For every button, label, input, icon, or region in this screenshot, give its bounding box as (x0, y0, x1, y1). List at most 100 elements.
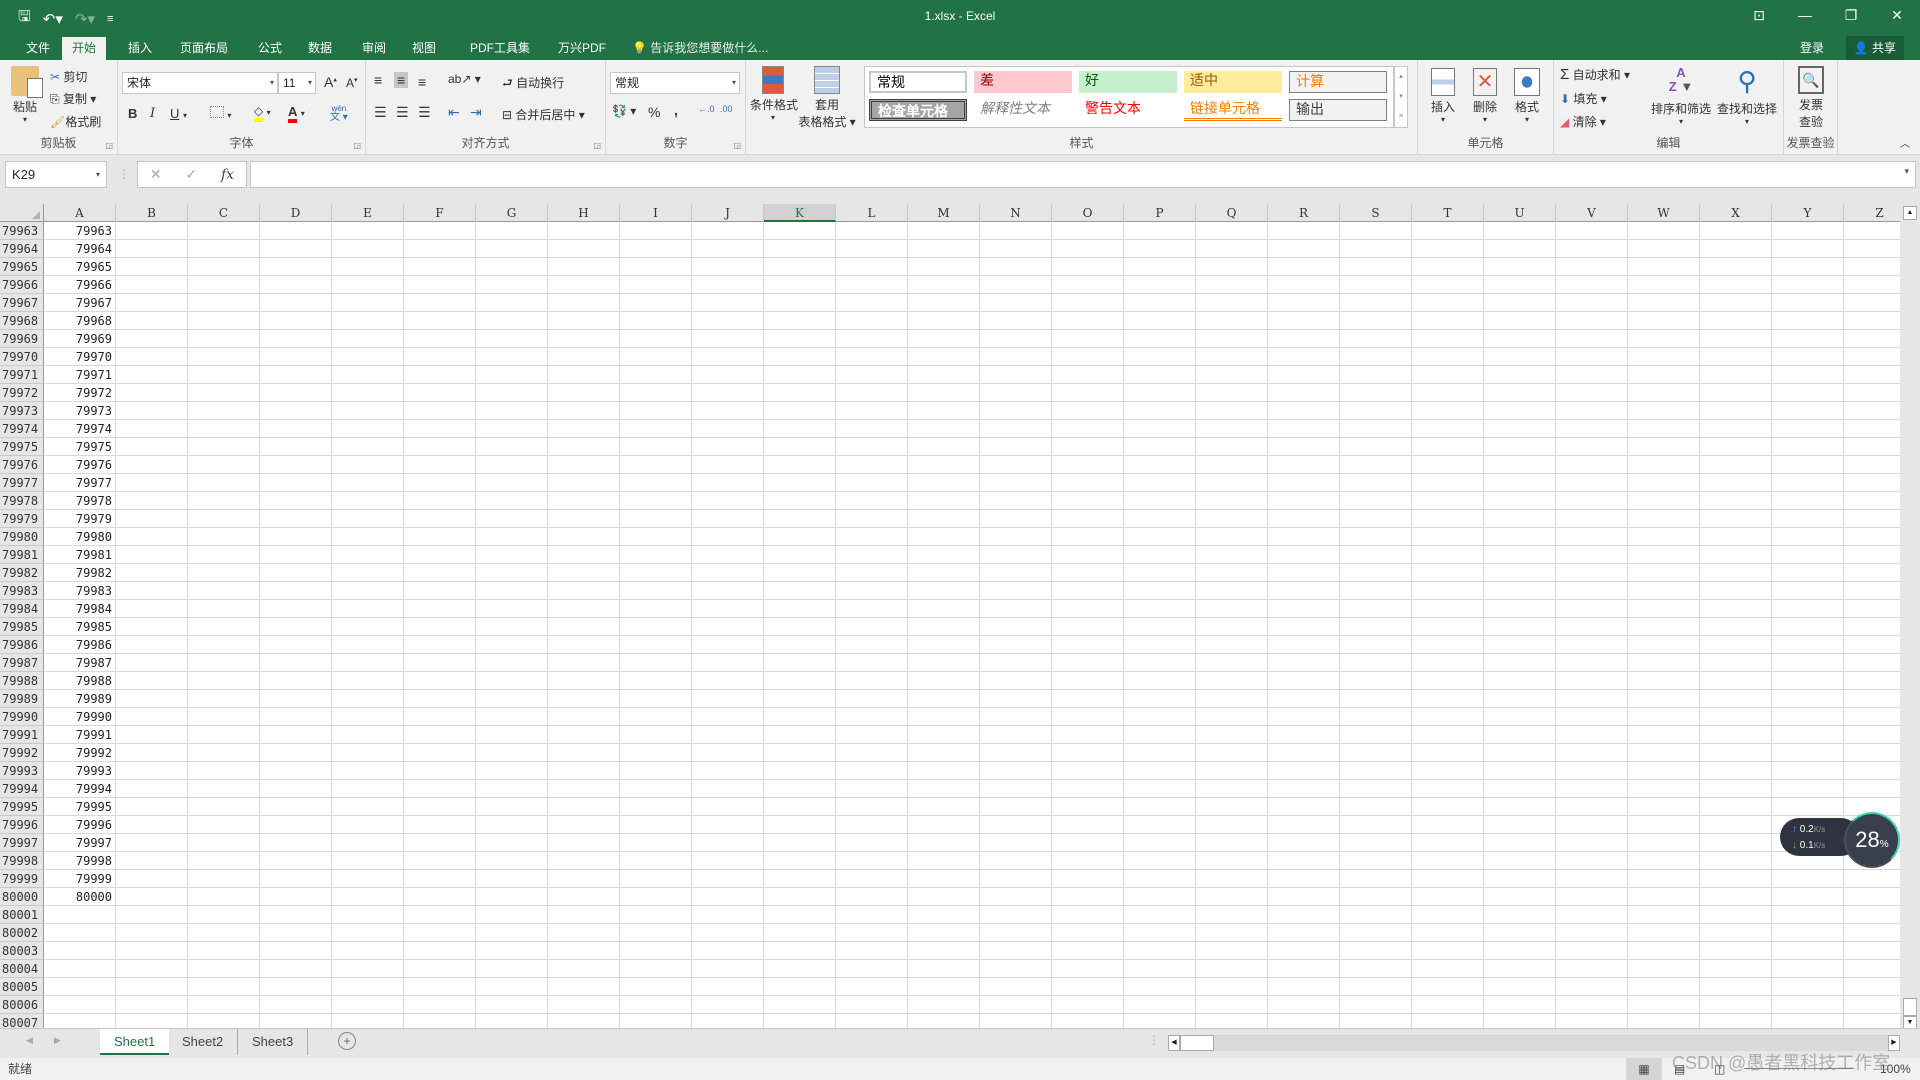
sheet-tab-sheet2[interactable]: Sheet2 (168, 1029, 239, 1055)
cell[interactable]: 79999 (44, 870, 116, 888)
row-header[interactable]: 80002 (0, 924, 44, 942)
row-header[interactable]: 79963 (0, 222, 44, 240)
row-header[interactable]: 79979 (0, 510, 44, 528)
insert-function-button[interactable]: fx (221, 167, 234, 183)
row-header[interactable]: 79969 (0, 330, 44, 348)
underline-button[interactable]: U ▾ (170, 106, 187, 121)
column-header-A[interactable]: A (44, 204, 116, 222)
collapse-ribbon-icon[interactable]: ︿ (1900, 135, 1910, 150)
cell-style-5[interactable]: 检查单元格 (869, 99, 967, 121)
row-header[interactable]: 79989 (0, 690, 44, 708)
cell[interactable]: 79989 (44, 690, 116, 708)
increase-decimal-button[interactable]: ←.0 (698, 104, 715, 114)
cell[interactable]: 79966 (44, 276, 116, 294)
cell[interactable]: 79990 (44, 708, 116, 726)
name-box[interactable]: K29 ▾ (5, 161, 107, 188)
scroll-up-button[interactable]: ▲ (1903, 206, 1917, 220)
row-header[interactable]: 79987 (0, 654, 44, 672)
cell[interactable]: 79971 (44, 366, 116, 384)
increase-indent-button[interactable]: ⇥ (470, 104, 482, 121)
cell[interactable]: 79965 (44, 258, 116, 276)
cell[interactable]: 80000 (44, 888, 116, 906)
column-header-F[interactable]: F (404, 204, 476, 222)
row-header[interactable]: 80001 (0, 906, 44, 924)
splitter-handle[interactable]: ⋮ (118, 167, 130, 181)
cancel-icon[interactable]: ✕ (150, 166, 162, 183)
tab-0[interactable]: 文件 (16, 37, 60, 60)
row-header[interactable]: 79966 (0, 276, 44, 294)
row-header[interactable]: 79999 (0, 870, 44, 888)
find-select-button[interactable]: ⚲ 查找和选择 ▾ (1716, 66, 1778, 126)
sheet-tab-sheet3[interactable]: Sheet3 (238, 1029, 309, 1055)
paste-button[interactable]: 粘贴 ▾ (8, 66, 43, 124)
column-header-O[interactable]: O (1052, 204, 1124, 222)
align-middle-button[interactable]: ≡ (394, 72, 409, 88)
gallery-scroll[interactable]: ▴ ▾ ≡ (1394, 66, 1408, 128)
row-header[interactable]: 79993 (0, 762, 44, 780)
column-header-J[interactable]: J (692, 204, 764, 222)
cell[interactable]: 79967 (44, 294, 116, 312)
cell[interactable]: 79975 (44, 438, 116, 456)
invoice-check-button[interactable]: 🔍 发票 查验 (1790, 66, 1832, 130)
column-header-S[interactable]: S (1340, 204, 1412, 222)
format-cells-button[interactable]: 格式 ▾ (1510, 68, 1544, 124)
cell[interactable]: 79986 (44, 636, 116, 654)
cell-style-1[interactable]: 差 (974, 71, 1072, 93)
row-header[interactable]: 79968 (0, 312, 44, 330)
cell[interactable]: 79998 (44, 852, 116, 870)
wrap-text-button[interactable]: ⮐ 自动换行 (502, 74, 564, 95)
cell[interactable]: 79991 (44, 726, 116, 744)
row-header[interactable]: 79972 (0, 384, 44, 402)
row-header[interactable]: 80000 (0, 888, 44, 906)
align-top-button[interactable]: ≡ (374, 72, 382, 88)
login-link[interactable]: 登录 (1800, 37, 1824, 59)
cell[interactable]: 79981 (44, 546, 116, 564)
insert-cells-button[interactable]: 插入 ▾ (1426, 68, 1460, 124)
align-left-button[interactable]: ☰ (374, 104, 387, 121)
minimize-button[interactable]: — (1782, 0, 1828, 30)
cell-style-3[interactable]: 适中 (1184, 71, 1282, 93)
cell[interactable]: 79973 (44, 402, 116, 420)
cell[interactable]: 79976 (44, 456, 116, 474)
row-header[interactable]: 79996 (0, 816, 44, 834)
cell[interactable]: 79969 (44, 330, 116, 348)
cell[interactable]: 79983 (44, 582, 116, 600)
decrease-indent-button[interactable]: ⇤ (448, 104, 460, 121)
vertical-scrollbar[interactable]: ▲ ▼ (1900, 204, 1920, 1030)
cell-style-7[interactable]: 警告文本 (1079, 99, 1177, 121)
cell[interactable]: 79987 (44, 654, 116, 672)
row-header[interactable]: 79990 (0, 708, 44, 726)
cell[interactable]: 79974 (44, 420, 116, 438)
cell[interactable]: 79977 (44, 474, 116, 492)
fill-color-button[interactable]: ◇ ▾ (254, 104, 271, 122)
cell[interactable]: 79963 (44, 222, 116, 240)
row-header[interactable]: 80005 (0, 978, 44, 996)
tab-9[interactable]: 万兴PDF (548, 37, 616, 60)
format-as-table-button[interactable]: 套用 表格格式 ▾ (798, 66, 856, 130)
phonetic-button[interactable]: wén 文 ▾ (330, 104, 348, 123)
row-header[interactable]: 79976 (0, 456, 44, 474)
cell-style-8[interactable]: 链接单元格 (1184, 99, 1282, 121)
format-painter-button[interactable]: 🖌格式刷 (50, 113, 101, 130)
cell-style-4[interactable]: 计算 (1289, 71, 1387, 93)
cell[interactable]: 79996 (44, 816, 116, 834)
align-bottom-button[interactable]: ≡ (418, 74, 426, 90)
column-header-U[interactable]: U (1484, 204, 1556, 222)
column-header-Z[interactable]: Z (1844, 204, 1900, 222)
tab-1[interactable]: 开始 (62, 37, 107, 60)
shrink-font-icon[interactable]: A▾ (346, 76, 358, 90)
column-header-G[interactable]: G (476, 204, 548, 222)
row-header[interactable]: 79967 (0, 294, 44, 312)
column-header-K[interactable]: K (764, 204, 836, 222)
cut-button[interactable]: ✂ 剪切 (50, 68, 87, 85)
column-header-L[interactable]: L (836, 204, 908, 222)
column-header-W[interactable]: W (1628, 204, 1700, 222)
cell[interactable]: 79997 (44, 834, 116, 852)
row-header[interactable]: 80006 (0, 996, 44, 1014)
percent-button[interactable]: % (648, 104, 660, 120)
font-color-button[interactable]: A ▾ (288, 104, 305, 123)
dialog-launcher-icon[interactable]: ◲ (733, 141, 741, 150)
tab-4[interactable]: 公式 (248, 37, 292, 60)
row-header[interactable]: 79978 (0, 492, 44, 510)
scroll-thumb[interactable] (1180, 1035, 1214, 1051)
